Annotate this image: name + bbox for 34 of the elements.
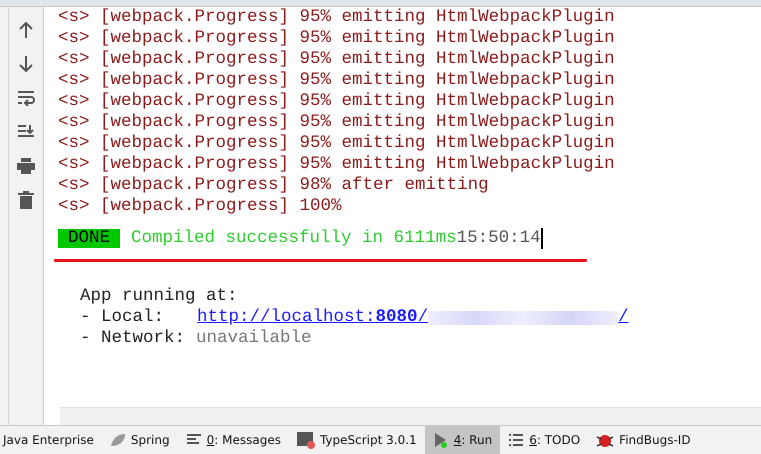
typescript-icon	[296, 432, 315, 448]
log-line: <s> [webpack.Progress] 95% emitting HtmlWebpackPlugin	[58, 70, 616, 91]
lines-icon	[186, 434, 202, 446]
log-line: <s> [webpack.Progress] 100%	[58, 196, 343, 217]
tool-window-tab[interactable]: FindBugs-ID	[588, 426, 699, 454]
tool-window-tab[interactable]: Spring	[102, 426, 178, 454]
list-icon	[508, 434, 524, 446]
log-line: <s> [webpack.Progress] 95% emitting HtmlWebpackPlugin	[58, 28, 616, 49]
run-icon	[432, 432, 449, 448]
bug-icon	[596, 432, 614, 448]
tool-window-tab[interactable]: 4: Run	[424, 426, 500, 454]
leaf-icon	[110, 433, 126, 447]
log-line: <s> [webpack.Progress] 95% emitting HtmlWebpackPlugin	[58, 112, 616, 133]
local-label: - Local:	[80, 307, 164, 328]
print-icon[interactable]	[15, 155, 37, 177]
done-badge: DONE	[58, 229, 120, 248]
log-line: <s> [webpack.Progress] 98% after emitting	[58, 175, 490, 196]
tool-window-tab[interactable]: 0: Messages	[178, 426, 289, 454]
log-line: <s> [webpack.Progress] 95% emitting HtmlWebpackPlugin	[58, 91, 616, 112]
app-running-heading: App running at:	[80, 286, 238, 307]
log-line: <s> [webpack.Progress] 95% emitting HtmlWebpackPlugin	[58, 133, 616, 154]
compile-message: Compiled successfully in 6111ms	[131, 228, 457, 249]
log-line: <s> [webpack.Progress] 95% emitting HtmlWebpackPlugin	[58, 154, 616, 175]
log-line: <s> [webpack.Progress] 95% emitting HtmlWebpackPlugin	[58, 7, 616, 28]
network-value: unavailable	[196, 328, 312, 349]
horizontal-scrollbar[interactable]	[60, 407, 761, 425]
tool-window-tab[interactable]: Java Enterprise	[0, 426, 102, 454]
timestamp: 15:50:14	[456, 228, 543, 249]
local-url-link[interactable]: http://localhost:8080/ /	[197, 307, 629, 328]
trash-icon[interactable]	[15, 189, 37, 211]
tool-window-tab[interactable]: TypeScript 3.0.1	[288, 426, 425, 454]
log-line: <s> [webpack.Progress] 95% emitting HtmlWebpackPlugin	[58, 49, 616, 70]
tool-window-tab[interactable]: 6: TODO	[500, 426, 588, 454]
network-label: - Network:	[80, 328, 186, 349]
